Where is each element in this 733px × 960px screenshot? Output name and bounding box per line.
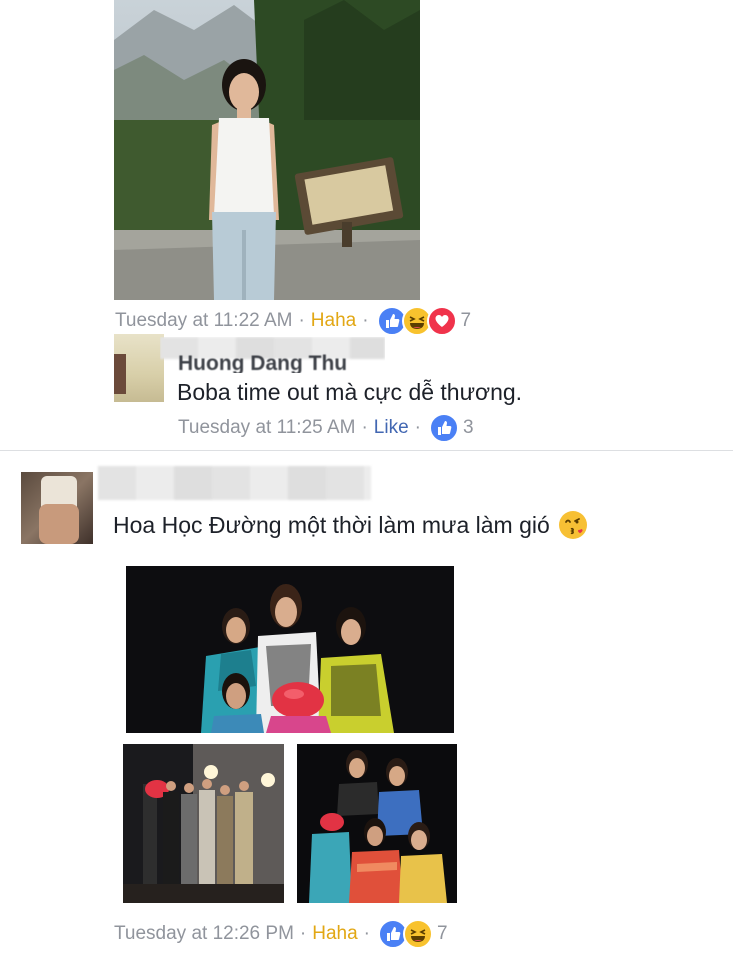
separator-dot: · <box>363 923 370 944</box>
group-photo-studio[interactable] <box>123 744 284 903</box>
separator-dot: · <box>299 923 307 944</box>
comment2-author-name-blurred[interactable] <box>98 466 371 500</box>
comment2-text: Hoa Học Đường một thời làm mưa làm gió <box>113 511 550 538</box>
mountain-photo-graphic <box>114 0 420 300</box>
post1-meta-row: Tuesday at 11:22 AM · Haha · 7 <box>115 306 471 336</box>
separator-dot: · <box>362 310 369 331</box>
comment2-timestamp[interactable]: Tuesday at 12:26 PM <box>114 923 294 945</box>
comment2-meta-row: Tuesday at 12:26 PM · Haha · 7 <box>114 919 448 949</box>
comment2-text-row: Hoa Học Đường một thời làm mưa làm gió <box>113 510 588 540</box>
group-photo-graphic <box>126 566 454 733</box>
post1-reaction-count: 7 <box>460 310 472 331</box>
comment-divider <box>0 450 733 451</box>
reply-like-count: 3 <box>462 417 474 438</box>
reply-meta-row: Tuesday at 11:25 AM · Like · 3 <box>178 413 474 443</box>
post1-reaction-summary[interactable]: 7 <box>376 306 472 336</box>
reply-text: Boba time out mà cực dễ thương. <box>177 379 523 405</box>
reply-like-link[interactable]: Like <box>374 417 409 439</box>
reply-timestamp[interactable]: Tuesday at 11:25 AM <box>178 417 355 439</box>
post1-haha-link[interactable]: Haha <box>311 310 356 332</box>
group-photo-colorful[interactable] <box>297 744 457 903</box>
like-icon <box>428 413 459 443</box>
love-icon <box>426 306 457 336</box>
post1-timestamp[interactable]: Tuesday at 11:22 AM <box>115 310 292 332</box>
group-photo-main[interactable] <box>126 566 454 733</box>
comment2-reaction-summary[interactable]: 7 <box>377 919 448 949</box>
reply-author-name: Huong Dang Thu <box>178 352 348 373</box>
reply-avatar[interactable] <box>114 334 164 402</box>
comment2-avatar[interactable] <box>21 472 93 544</box>
comment2-haha-link[interactable]: Haha <box>312 923 357 945</box>
colorful-photo-graphic <box>297 744 457 903</box>
separator-dot: · <box>414 417 421 438</box>
separator-dot: · <box>361 417 368 438</box>
separator-dot: · <box>298 310 305 331</box>
haha-icon <box>402 919 433 949</box>
studio-photo-graphic <box>123 744 284 903</box>
reply-author-name-blurred[interactable]: Huong Dang Thu <box>160 337 385 373</box>
comment2-reaction-count: 7 <box>436 923 448 944</box>
kiss-emoji-icon <box>558 510 588 540</box>
post-photo-mountain[interactable] <box>114 0 420 300</box>
reply-reaction-summary[interactable]: 3 <box>428 413 474 443</box>
